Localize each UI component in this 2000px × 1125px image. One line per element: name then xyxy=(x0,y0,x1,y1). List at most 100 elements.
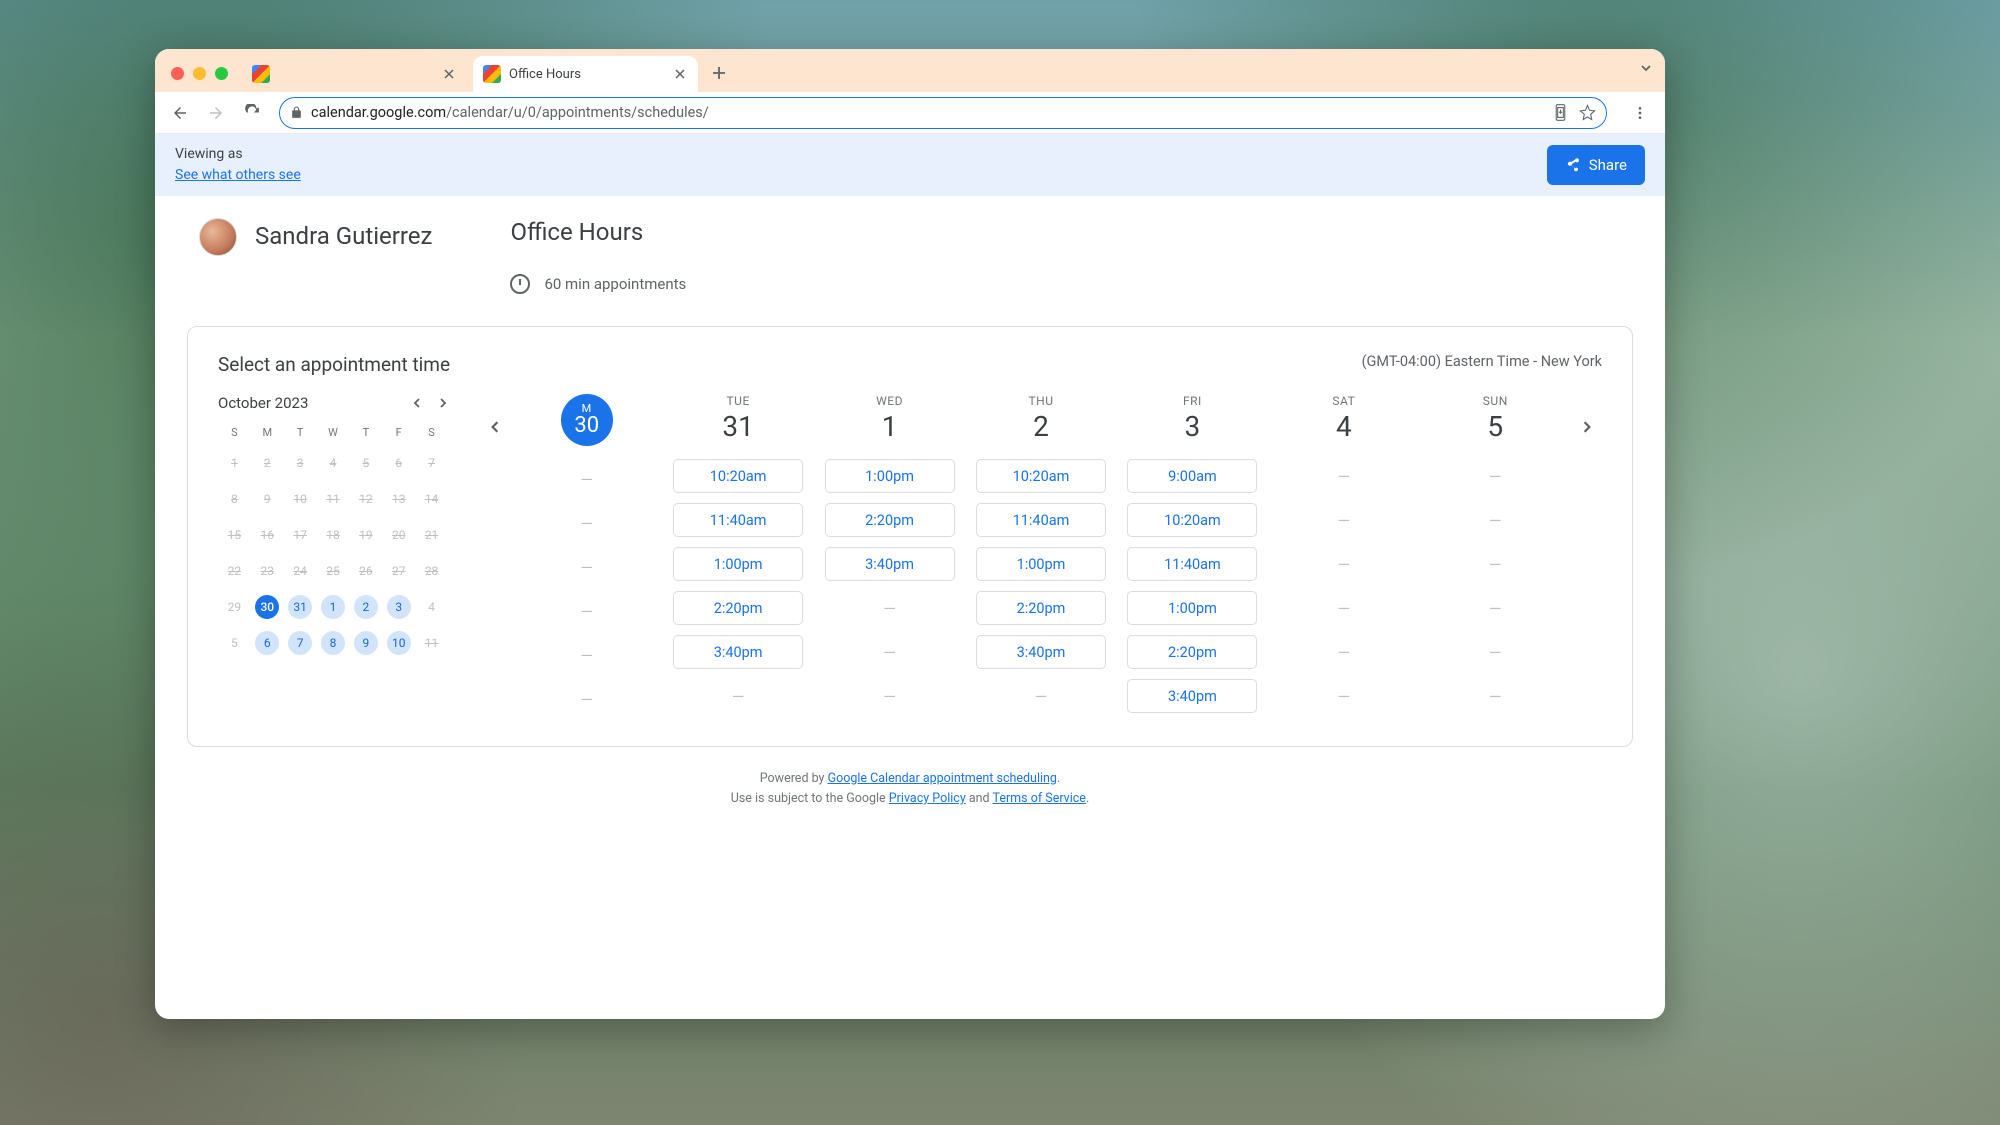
powered-by-label: Powered by xyxy=(760,771,828,786)
minical-day[interactable]: 2 xyxy=(354,595,378,619)
window-close-icon[interactable] xyxy=(171,67,184,80)
minical-day[interactable]: 9 xyxy=(354,631,378,655)
avatar xyxy=(199,218,237,256)
minical-day: 17 xyxy=(288,523,312,547)
no-slot-indicator: — xyxy=(1489,591,1502,625)
address-bar[interactable]: calendar.google.com/calendar/u/0/appoint… xyxy=(279,97,1607,129)
minical-day: 23 xyxy=(255,559,279,583)
week-view: M30 — — — — — — TUE31 10:20am 11:40am 1:00pm 2:20pm… xyxy=(480,394,1602,716)
time-slot-button[interactable]: 11:40am xyxy=(673,503,803,537)
time-slot-button[interactable]: 1:00pm xyxy=(673,547,803,581)
forward-button[interactable] xyxy=(201,98,231,128)
footer: Powered by Google Calendar appointment s… xyxy=(155,769,1665,809)
day-column: FRI3 9:00am 10:20am 11:40am 1:00pm 2:20pm 3:40… xyxy=(1120,394,1265,716)
close-icon[interactable] xyxy=(672,66,688,82)
terms-link[interactable]: Terms of Service xyxy=(992,791,1085,806)
duration-label: 60 min appointments xyxy=(544,275,686,293)
minical-day: 7 xyxy=(420,451,444,475)
prev-month-button[interactable] xyxy=(412,398,422,408)
no-slot-indicator: — xyxy=(1338,459,1351,493)
privacy-policy-link[interactable]: Privacy Policy xyxy=(889,791,966,806)
tab-2-active[interactable]: Office Hours xyxy=(473,56,698,92)
no-slot-indicator: — xyxy=(883,591,896,625)
minical-dow: M xyxy=(251,426,284,439)
day-column: SAT4—————— xyxy=(1271,394,1416,716)
day-of-week-label: FRI xyxy=(1183,394,1202,408)
time-slot-button[interactable]: 10:20am xyxy=(1127,503,1257,537)
time-slot-button[interactable]: 2:20pm xyxy=(1127,635,1257,669)
day-number-label: 30 xyxy=(574,413,599,438)
minical-day[interactable]: 3 xyxy=(387,595,411,619)
bookmark-icon[interactable] xyxy=(1579,104,1596,121)
next-week-button[interactable] xyxy=(1572,412,1602,442)
time-slot-button[interactable]: 2:20pm xyxy=(825,503,955,537)
time-slot-button[interactable]: 10:20am xyxy=(976,459,1106,493)
schedule-title: Office Hours xyxy=(510,218,686,246)
minical-day[interactable]: 8 xyxy=(321,631,345,655)
close-icon[interactable] xyxy=(441,66,457,82)
day-header[interactable]: WED1 xyxy=(876,394,903,443)
gcal-scheduling-link[interactable]: Google Calendar appointment scheduling xyxy=(828,771,1057,786)
minical-day: 6 xyxy=(387,451,411,475)
day-header[interactable]: FRI3 xyxy=(1183,394,1202,443)
time-slot-button[interactable]: 3:40pm xyxy=(1127,679,1257,713)
time-slot-button[interactable]: 2:20pm xyxy=(673,591,803,625)
prev-week-button[interactable] xyxy=(480,412,510,442)
no-slot-indicator: — xyxy=(1338,547,1351,581)
minical-day: 14 xyxy=(420,487,444,511)
minical-day[interactable]: 30 xyxy=(255,595,279,619)
time-slot-button[interactable]: 1:00pm xyxy=(1127,591,1257,625)
time-slot-button[interactable]: 3:40pm xyxy=(976,635,1106,669)
no-slot-indicator: — xyxy=(1489,459,1502,493)
time-slot-button[interactable]: 2:20pm xyxy=(976,591,1106,625)
day-column: TUE3110:20am11:40am1:00pm2:20pm3:40pm— xyxy=(665,394,810,716)
day-of-week-label: WED xyxy=(876,394,903,408)
day-header[interactable]: SAT4 xyxy=(1332,394,1355,443)
mini-calendar: October 2023 SMTWTFS12345678910111213141… xyxy=(218,394,448,716)
day-column: THU210:20am11:40am1:00pm2:20pm3:40pm— xyxy=(968,394,1113,716)
no-slot-indicator: — xyxy=(1489,635,1502,669)
minical-dow: T xyxy=(284,426,317,439)
tabs-overflow-button[interactable] xyxy=(1639,61,1653,75)
time-slot-button[interactable]: 11:40am xyxy=(976,503,1106,537)
viewing-as-label: Viewing as xyxy=(175,144,301,165)
next-month-button[interactable] xyxy=(438,398,448,408)
time-slot-button[interactable]: 3:40pm xyxy=(825,547,955,581)
timezone-label: (GMT-04:00) Eastern Time - New York xyxy=(1362,353,1602,370)
back-button[interactable] xyxy=(165,98,195,128)
share-icon xyxy=(1565,157,1581,173)
window-minimize-icon[interactable] xyxy=(193,67,206,80)
tab-1[interactable] xyxy=(242,56,467,92)
day-header[interactable]: M30 xyxy=(561,394,613,446)
install-app-icon[interactable] xyxy=(1552,104,1569,121)
time-slot-button[interactable]: 1:00pm xyxy=(976,547,1106,581)
time-slot-button[interactable]: 1:00pm xyxy=(825,459,955,493)
minical-day[interactable]: 1 xyxy=(321,595,345,619)
minical-day[interactable]: 31 xyxy=(288,595,312,619)
minical-day: 18 xyxy=(321,523,345,547)
see-what-others-see-link[interactable]: See what others see xyxy=(175,167,301,183)
no-slot-indicator: — xyxy=(1338,503,1351,537)
time-slot-button[interactable]: 9:00am xyxy=(1127,459,1257,493)
minical-day[interactable]: 7 xyxy=(288,631,312,655)
minical-day[interactable]: 6 xyxy=(255,631,279,655)
time-slot-button[interactable]: 10:20am xyxy=(673,459,803,493)
time-slot-button[interactable]: 11:40am xyxy=(1127,547,1257,581)
minical-day: 29 xyxy=(222,595,246,619)
day-header[interactable]: TUE31 xyxy=(722,394,753,443)
reload-button[interactable] xyxy=(237,98,267,128)
minical-day: 12 xyxy=(354,487,378,511)
window-maximize-icon[interactable] xyxy=(215,67,228,80)
browser-menu-button[interactable] xyxy=(1625,98,1655,128)
new-tab-button[interactable] xyxy=(704,58,734,88)
minical-day[interactable]: 10 xyxy=(387,631,411,655)
time-slot-button[interactable]: 3:40pm xyxy=(673,635,803,669)
minical-day: 10 xyxy=(288,487,312,511)
day-header[interactable]: THU2 xyxy=(1028,394,1053,443)
minical-day: 4 xyxy=(420,595,444,619)
minical-dow: W xyxy=(317,426,350,439)
day-header[interactable]: SUN5 xyxy=(1483,394,1508,443)
viewing-as-banner: Viewing as See what others see Share xyxy=(155,134,1665,196)
share-button[interactable]: Share xyxy=(1547,145,1645,185)
minical-day: 21 xyxy=(420,523,444,547)
